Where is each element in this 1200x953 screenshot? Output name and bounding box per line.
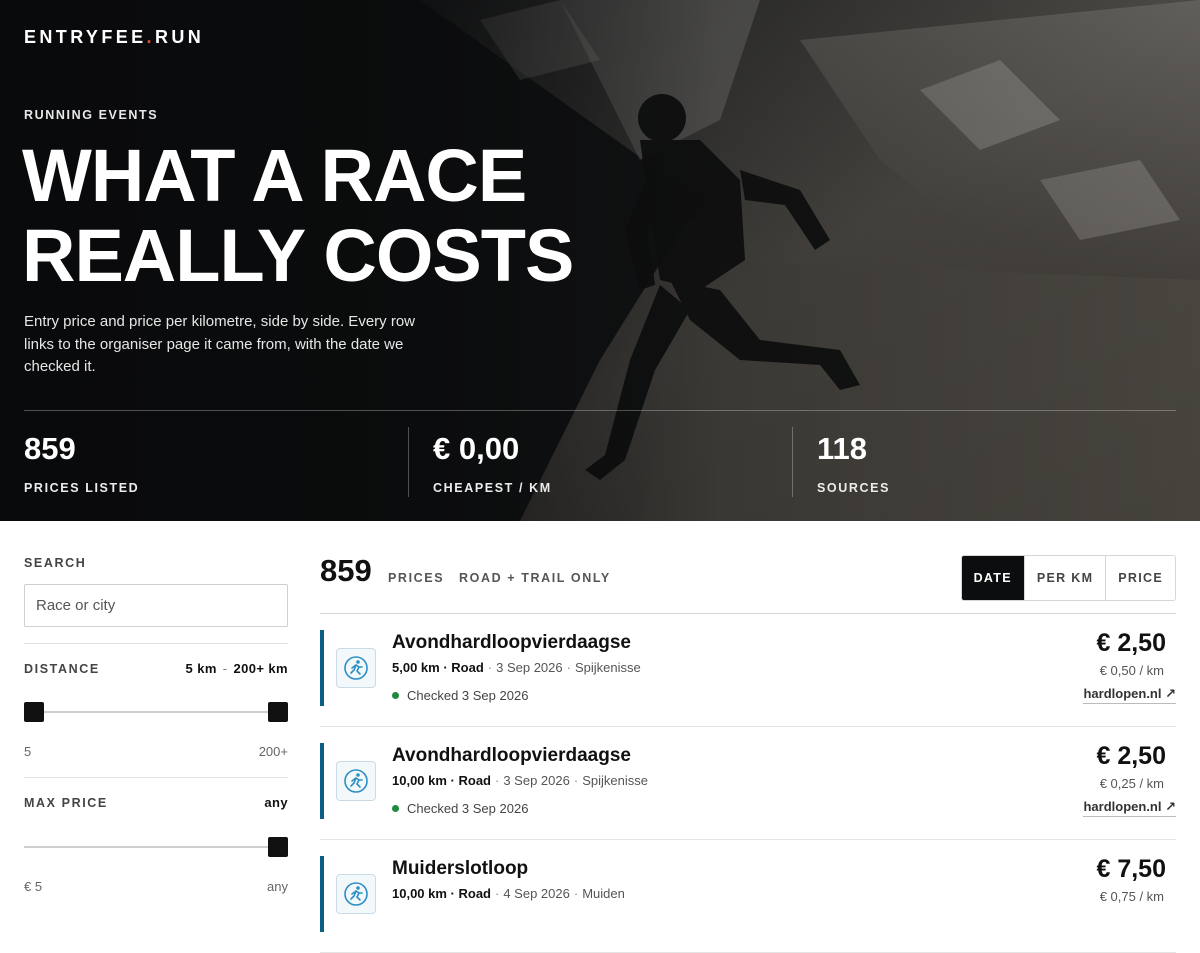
stat-value: € 0,00 bbox=[433, 431, 520, 466]
max-price-header: MAX PRICE any bbox=[24, 795, 288, 810]
source-link[interactable]: hardlopen.nl ↗ bbox=[1083, 799, 1176, 817]
race-title[interactable]: Avondhardloopvierdaagse bbox=[392, 745, 631, 767]
result-count: 859 bbox=[320, 553, 372, 588]
search-label: SEARCH bbox=[24, 556, 87, 570]
active-filter-label: ROAD + TRAIL ONLY bbox=[459, 571, 611, 585]
list-item[interactable]: Avondhardloopvierdaagse 10,00 km · Road ·… bbox=[320, 727, 1176, 840]
entry-price: € 7,50 bbox=[1096, 855, 1166, 883]
brand-logo[interactable]: ENTRYFEE.RUN bbox=[24, 27, 204, 48]
runner-icon bbox=[336, 874, 376, 914]
runner-icon bbox=[336, 761, 376, 801]
stat-prices-listed: 859 PRICES LISTED bbox=[24, 427, 408, 497]
sort-per-km-button[interactable]: PER KM bbox=[1023, 556, 1106, 600]
distance-ticks: 5 200+ bbox=[24, 744, 288, 759]
item-accent-bar bbox=[320, 743, 324, 819]
hero: ENTRYFEE.RUN RUNNING EVENTS WHAT A RACE … bbox=[0, 0, 1200, 521]
race-title[interactable]: Muiderslotloop bbox=[392, 858, 528, 880]
distance-min-handle[interactable] bbox=[24, 702, 44, 722]
search-input[interactable] bbox=[24, 584, 288, 627]
item-accent-bar bbox=[320, 630, 324, 706]
max-price-ticks: € 5 any bbox=[24, 879, 288, 894]
stat-label: PRICES LISTED bbox=[24, 481, 140, 495]
race-title[interactable]: Avondhardloopvierdaagse bbox=[392, 632, 631, 654]
price-per-km: € 0,25 / km bbox=[1099, 776, 1164, 791]
max-price-handle[interactable] bbox=[268, 837, 288, 857]
hero-headline: WHAT A RACE REALLY COSTS bbox=[22, 134, 574, 297]
stat-value: 859 bbox=[24, 431, 76, 466]
entry-price: € 2,50 bbox=[1096, 742, 1166, 770]
sort-price-button[interactable]: PRICE bbox=[1105, 556, 1175, 600]
status-dot bbox=[392, 805, 399, 812]
race-meta: 10,00 km · Road · 3 Sep 2026 · Spijkenisse bbox=[392, 773, 648, 788]
divider bbox=[24, 643, 288, 644]
max-price-slider[interactable] bbox=[24, 837, 288, 857]
divider bbox=[24, 777, 288, 778]
distance-value: 5 km -200+ km bbox=[185, 661, 288, 676]
list-item[interactable]: Muiderslotloop 10,00 km · Road · 4 Sep 202… bbox=[320, 840, 1176, 953]
item-accent-bar bbox=[320, 856, 324, 932]
hero-kicker: RUNNING EVENTS bbox=[24, 108, 159, 122]
result-count-label: PRICES bbox=[388, 571, 445, 585]
sort-date-button[interactable]: DATE bbox=[961, 556, 1024, 600]
max-price-label: MAX PRICE bbox=[24, 795, 108, 810]
stat-label: SOURCES bbox=[817, 481, 891, 495]
distance-header: DISTANCE 5 km -200+ km bbox=[24, 661, 288, 676]
sort-toggle: DATE PER KM PRICE bbox=[960, 555, 1176, 601]
stat-cheapest-per-km: € 0,00 CHEAPEST / KM bbox=[408, 427, 792, 497]
stat-value: 118 bbox=[817, 431, 868, 466]
entry-price: € 2,50 bbox=[1096, 629, 1166, 657]
runner-icon bbox=[336, 648, 376, 688]
list-item[interactable]: Avondhardloopvierdaagse 5,00 km · Road · 3… bbox=[320, 614, 1176, 727]
hero-intro: Entry price and price per kilometre, sid… bbox=[24, 313, 415, 375]
checked-status: Checked 3 Sep 2026 bbox=[392, 801, 528, 816]
stat-label: CHEAPEST / KM bbox=[433, 481, 552, 495]
stat-sources: 118 SOURCES bbox=[792, 427, 1176, 497]
status-dot bbox=[392, 692, 399, 699]
distance-max-handle[interactable] bbox=[268, 702, 288, 722]
price-per-km: € 0,75 / km bbox=[1099, 889, 1164, 904]
hero-divider bbox=[24, 410, 1176, 411]
distance-label: DISTANCE bbox=[24, 661, 100, 676]
list-header: 859 PRICES ROAD + TRAIL ONLY DATE PER KM… bbox=[320, 555, 1176, 601]
max-price-value: any bbox=[264, 795, 288, 810]
source-link[interactable]: hardlopen.nl ↗ bbox=[1083, 686, 1176, 704]
race-meta: 10,00 km · Road · 4 Sep 2026 · Muiden bbox=[392, 886, 625, 901]
distance-slider[interactable] bbox=[24, 702, 288, 722]
checked-status: Checked 3 Sep 2026 bbox=[392, 688, 528, 703]
price-per-km: € 0,50 / km bbox=[1099, 663, 1164, 678]
race-meta: 5,00 km · Road · 3 Sep 2026 · Spijkenisse bbox=[392, 660, 641, 675]
slider-track bbox=[24, 846, 288, 848]
slider-track bbox=[24, 711, 288, 713]
